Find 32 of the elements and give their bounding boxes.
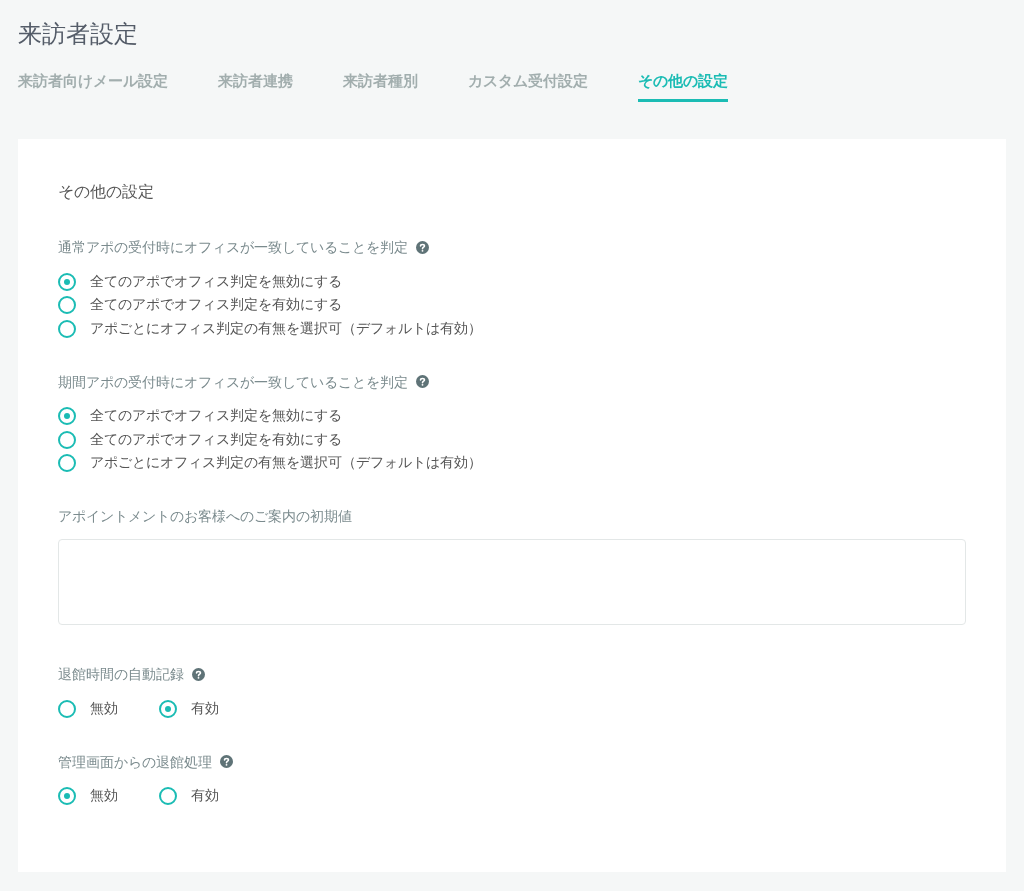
help-icon[interactable] [192, 667, 205, 681]
radio-button[interactable] [58, 787, 76, 806]
page-title: 来訪者設定 [18, 19, 139, 50]
radio-label[interactable]: 全てのアポでオフィス判定を無効にする [90, 272, 342, 291]
radio-button[interactable] [58, 272, 76, 291]
help-icon[interactable] [416, 375, 429, 388]
radio-label[interactable]: 全てのアポでオフィス判定を無効にする [90, 407, 342, 426]
section-label: 期間アポの受付時にオフィスが一致していることを判定 [58, 372, 408, 392]
radio-label[interactable]: 有効 [191, 787, 219, 806]
radio-label[interactable]: アポごとにオフィス判定の有無を選択可（デフォルトは有効） [90, 319, 482, 338]
radio-button[interactable] [159, 787, 177, 806]
radio-button[interactable] [58, 430, 76, 449]
section-label: 通常アポの受付時にオフィスが一致していることを判定 [58, 238, 408, 257]
radio-button[interactable] [58, 407, 76, 426]
radio-label[interactable]: 全てのアポでオフィス判定を有効にする [90, 296, 342, 315]
section-label: 退館時間の自動記録 [58, 665, 184, 684]
radio-label[interactable]: 有効 [191, 699, 219, 718]
radio-label[interactable]: 無効 [90, 787, 118, 806]
radio-button[interactable] [159, 699, 177, 718]
help-icon[interactable] [416, 240, 429, 254]
radio-label[interactable]: 全てのアポでオフィス判定を有効にする [90, 430, 342, 449]
section-label: 管理画面からの退館処理 [58, 752, 212, 772]
card-heading: その他の設定 [58, 181, 155, 203]
text-area[interactable] [58, 539, 966, 625]
radio-label[interactable]: アポごとにオフィス判定の有無を選択可（デフォルトは有効） [90, 454, 482, 473]
section-label: アポイントメントのお客様へのご案内の初期値 [58, 507, 352, 526]
radio-button[interactable] [58, 454, 76, 473]
radio-button[interactable] [58, 296, 76, 315]
radio-label[interactable]: 無効 [90, 699, 118, 718]
radio-button[interactable] [58, 319, 76, 338]
help-icon[interactable] [220, 755, 233, 768]
radio-button[interactable] [58, 699, 76, 718]
